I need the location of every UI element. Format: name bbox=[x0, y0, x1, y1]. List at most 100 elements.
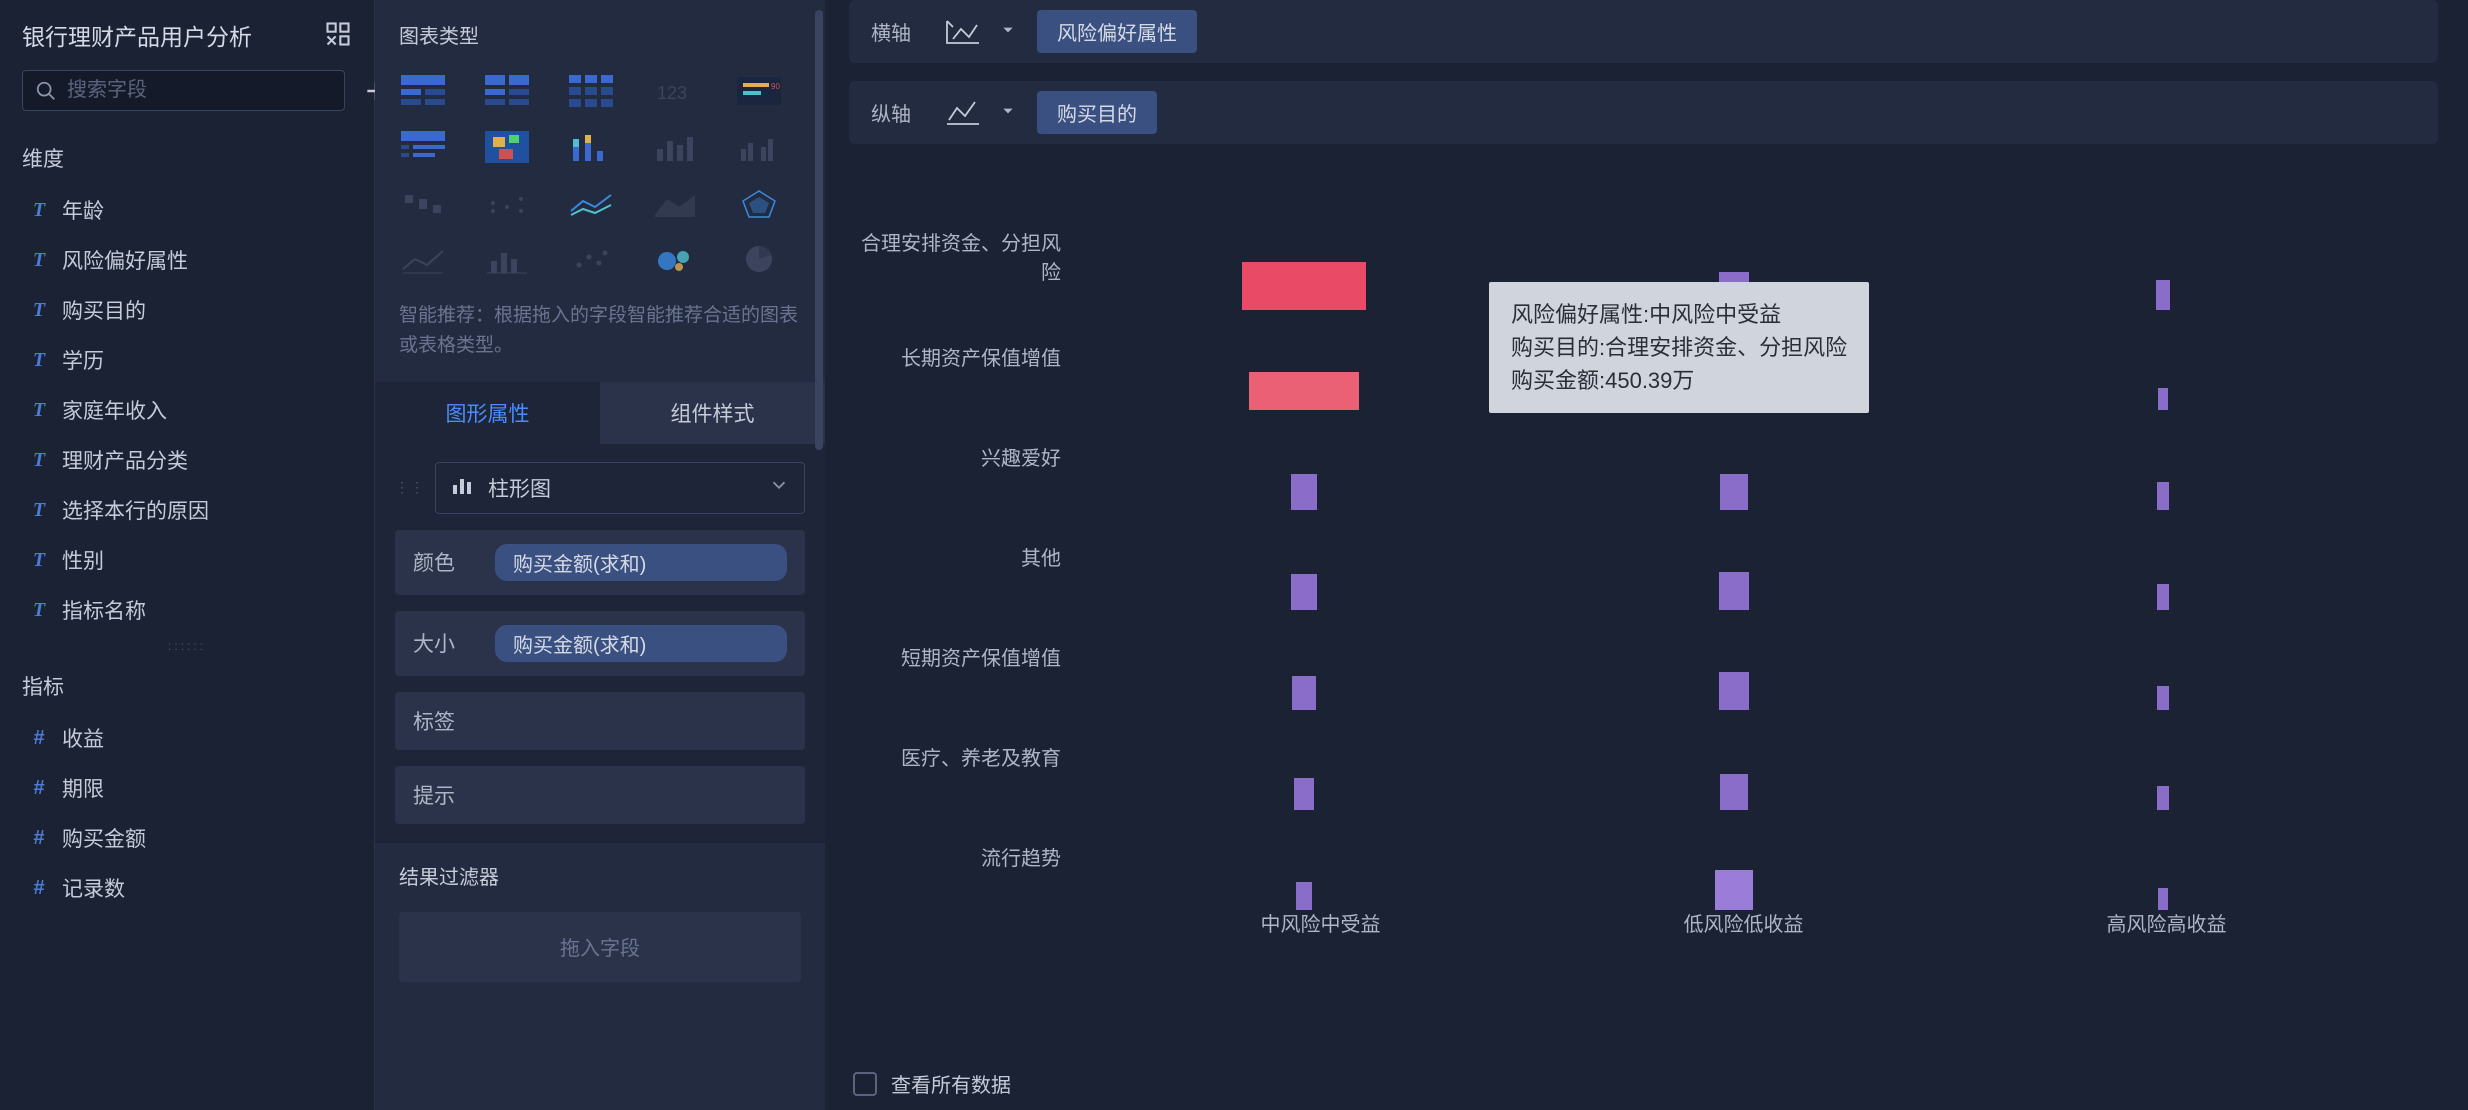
chart-type-pie[interactable] bbox=[735, 241, 783, 277]
chart-type-detail-table[interactable] bbox=[567, 73, 615, 109]
chart-type-kpi[interactable]: 123 bbox=[651, 73, 699, 109]
tab-component-style[interactable]: 组件样式 bbox=[600, 382, 825, 444]
chart-tooltip: 风险偏好属性:中风险中受益 购买目的:合理安排资金、分担风险 购买金额:450.… bbox=[1489, 282, 1869, 413]
dimension-field[interactable]: T家庭年收入 bbox=[22, 387, 352, 433]
x-axis-icon[interactable] bbox=[943, 15, 983, 49]
text-type-icon: T bbox=[28, 499, 50, 521]
chart-type-dots[interactable] bbox=[483, 185, 531, 221]
number-type-icon: # bbox=[28, 827, 50, 849]
field-search-input[interactable] bbox=[67, 79, 332, 102]
chart-type-waterfall[interactable] bbox=[399, 185, 447, 221]
chart-canvas[interactable]: 合理安排资金、分担风险长期资产保值增值兴趣爱好其他短期资产保值增值医疗、养老及教… bbox=[849, 162, 2468, 1110]
cfg-hint-label: 提示 bbox=[413, 780, 483, 810]
field-label: 期限 bbox=[62, 773, 104, 803]
text-type-icon: T bbox=[28, 549, 50, 571]
chart-type-heatmap[interactable] bbox=[483, 129, 531, 165]
y-axis-pill[interactable]: 购买目的 bbox=[1037, 91, 1157, 134]
y-category-label: 其他 bbox=[849, 542, 1089, 571]
caret-down-icon[interactable] bbox=[1001, 104, 1015, 121]
metric-field[interactable]: #期限 bbox=[22, 765, 352, 811]
dimension-field[interactable]: T学历 bbox=[22, 337, 352, 383]
cfg-color-slot[interactable]: 颜色 购买金额(求和) bbox=[395, 530, 805, 595]
tooltip-line-1: 风险偏好属性:中风险中受益 bbox=[1511, 298, 1847, 331]
number-type-icon: # bbox=[28, 727, 50, 749]
dataset-title: 银行理财产品用户分析 bbox=[22, 18, 252, 52]
view-all-label: 查看所有数据 bbox=[891, 1069, 1011, 1098]
cfg-size-value[interactable]: 购买金额(求和) bbox=[495, 625, 787, 662]
field-label: 购买金额 bbox=[62, 823, 146, 853]
caret-down-icon[interactable] bbox=[1001, 23, 1015, 40]
x-axis-pill[interactable]: 风险偏好属性 bbox=[1037, 10, 1197, 53]
chart-type-bubble[interactable] bbox=[651, 241, 699, 277]
text-type-icon: T bbox=[28, 399, 50, 421]
field-label: 选择本行的原因 bbox=[62, 495, 209, 525]
text-type-icon: T bbox=[28, 599, 50, 621]
field-label: 性别 bbox=[62, 545, 104, 575]
cfg-hint-slot[interactable]: 提示 bbox=[395, 766, 805, 824]
dimension-field[interactable]: T年龄 bbox=[22, 187, 352, 233]
chart-type-histogram[interactable] bbox=[483, 241, 531, 277]
cfg-color-label: 颜色 bbox=[413, 547, 483, 577]
chart-type-grouped-table[interactable] bbox=[399, 73, 447, 109]
chart-bar[interactable] bbox=[2158, 888, 2168, 910]
y-category-label: 兴趣爱好 bbox=[849, 442, 1089, 471]
chart-mark-value: 柱形图 bbox=[488, 473, 551, 503]
field-search[interactable] bbox=[22, 70, 345, 111]
y-axis-shelf[interactable]: 纵轴 购买目的 bbox=[849, 81, 2438, 144]
view-all-checkbox[interactable] bbox=[853, 1072, 877, 1096]
dimension-field[interactable]: T购买目的 bbox=[22, 287, 352, 333]
resize-handle[interactable]: :::::: bbox=[22, 639, 352, 653]
dimension-field[interactable]: T 指标名称 bbox=[22, 587, 352, 633]
config-tabs: 图形属性 组件样式 bbox=[375, 382, 825, 444]
metrics-section-label: 指标 bbox=[22, 671, 352, 701]
chart-type-multi-line[interactable] bbox=[567, 185, 615, 221]
dimension-field[interactable]: T风险偏好属性 bbox=[22, 237, 352, 283]
x-category-label: 低风险低收益 bbox=[1532, 908, 1955, 1000]
tooltip-line-3: 购买金额:450.39万 bbox=[1511, 364, 1847, 397]
chart-type-gauge[interactable]: 90 bbox=[735, 73, 783, 109]
cfg-label-slot[interactable]: 标签 bbox=[395, 692, 805, 750]
field-label: 风险偏好属性 bbox=[62, 245, 188, 275]
cfg-size-slot[interactable]: 大小 购买金额(求和) bbox=[395, 611, 805, 676]
field-label: 指标名称 bbox=[62, 595, 146, 625]
chart-panel: 横轴 风险偏好属性 纵轴 购买目的 合理安排资金、分担风险长期资产保值增值兴趣爱… bbox=[825, 0, 2468, 1110]
chart-type-radar[interactable] bbox=[735, 185, 783, 221]
chart-type-scatter[interactable] bbox=[567, 241, 615, 277]
mid-scrollbar[interactable] bbox=[815, 10, 823, 910]
fields-panel: 银行理财产品用户分析 维度 T年龄T风险偏好属性T购买目的T学历T家庭年收入T理… bbox=[0, 0, 375, 1110]
chart-type-bar-dim[interactable] bbox=[651, 129, 699, 165]
chart-type-stacked-bar[interactable] bbox=[567, 129, 615, 165]
chart-type-column[interactable] bbox=[399, 129, 447, 165]
layout-toggle-icon[interactable] bbox=[324, 20, 352, 51]
chart-type-area-dim[interactable] bbox=[651, 185, 699, 221]
filter-placeholder: 拖入字段 bbox=[560, 932, 640, 961]
y-category-label: 短期资产保值增值 bbox=[849, 642, 1089, 671]
metric-field[interactable]: # 购买金额 bbox=[22, 815, 352, 861]
y-axis-icon[interactable] bbox=[943, 96, 983, 130]
result-filter-dropzone[interactable]: 拖入字段 bbox=[399, 912, 801, 982]
chart-bar[interactable] bbox=[1715, 870, 1753, 910]
dimension-field[interactable]: T 性别 bbox=[22, 537, 352, 583]
chart-type-grouped-bar[interactable] bbox=[735, 129, 783, 165]
chart-mark-select[interactable]: 柱形图 bbox=[435, 462, 805, 514]
bar-icon bbox=[450, 473, 474, 503]
x-axis-label: 横轴 bbox=[871, 17, 921, 46]
tooltip-line-2: 购买目的:合理安排资金、分担风险 bbox=[1511, 331, 1847, 364]
y-axis-label: 纵轴 bbox=[871, 98, 921, 127]
chart-type-cross-table[interactable] bbox=[483, 73, 531, 109]
chart-type-line[interactable] bbox=[399, 241, 447, 277]
dimension-field[interactable]: T 选择本行的原因 bbox=[22, 487, 352, 533]
cfg-color-value[interactable]: 购买金额(求和) bbox=[495, 544, 787, 581]
cfg-label-label: 标签 bbox=[413, 706, 483, 736]
y-category-label: 长期资产保值增值 bbox=[849, 342, 1089, 371]
metric-field[interactable]: #收益 bbox=[22, 715, 352, 761]
drag-handle-icon[interactable]: ⋮⋮ bbox=[395, 479, 425, 496]
chart-bar[interactable] bbox=[1296, 882, 1312, 910]
number-type-icon: # bbox=[28, 877, 50, 899]
tab-graphic-props[interactable]: 图形属性 bbox=[375, 382, 600, 444]
x-axis-shelf[interactable]: 横轴 风险偏好属性 bbox=[849, 0, 2438, 63]
view-all-data-row[interactable]: 查看所有数据 bbox=[853, 1069, 1011, 1098]
text-type-icon: T bbox=[28, 199, 50, 221]
dimension-field[interactable]: T理财产品分类 bbox=[22, 437, 352, 483]
metric-field[interactable]: #记录数 bbox=[22, 865, 352, 911]
